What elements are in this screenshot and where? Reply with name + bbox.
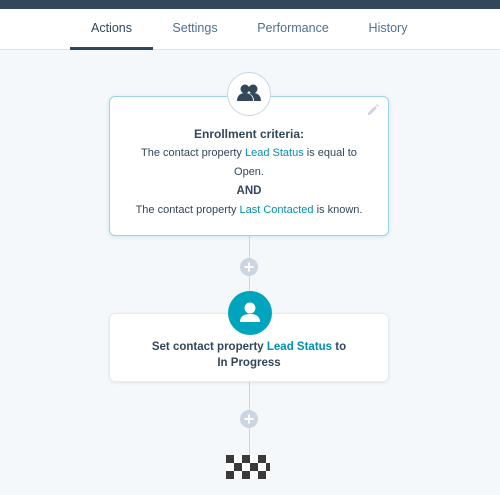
action-description: Set contact property Lead Status to In P… — [150, 339, 348, 371]
criteria-prefix: The contact property — [141, 147, 242, 159]
tab-history[interactable]: History — [360, 9, 416, 50]
criteria-suffix: is equal to — [306, 147, 357, 159]
tab-history-label: History — [368, 21, 408, 35]
property-link-lead-status[interactable]: Lead Status — [245, 147, 304, 159]
contacts-icon — [227, 72, 271, 116]
pencil-icon[interactable] — [366, 103, 380, 117]
criteria-line-1: The contact property Lead Status is equa… — [110, 144, 388, 163]
criteria-value: Open. — [234, 166, 264, 178]
tab-bar: Actions Settings Performance History — [0, 9, 500, 50]
enrollment-trigger-card[interactable]: Enrollment criteria: The contact propert… — [109, 96, 389, 236]
tab-actions-label: Actions — [91, 21, 132, 35]
tab-settings[interactable]: Settings — [165, 9, 225, 50]
action-prefix: Set contact property — [151, 341, 264, 353]
active-tab-indicator — [70, 47, 153, 50]
criteria-prefix: The contact property — [135, 204, 237, 216]
criteria-title: Enrollment criteria: — [193, 127, 305, 141]
criteria-suffix: is known. — [316, 204, 363, 216]
enrollment-criteria: Enrollment criteria: The contact propert… — [110, 125, 388, 220]
tab-actions[interactable]: Actions — [70, 9, 153, 50]
property-link-last-contacted[interactable]: Last Contacted — [240, 204, 314, 216]
contact-icon — [228, 291, 272, 335]
tab-settings-label: Settings — [172, 21, 218, 35]
plus-icon — [244, 262, 254, 272]
criteria-and: AND — [236, 185, 262, 197]
add-action-button[interactable] — [240, 410, 258, 428]
top-bar — [0, 0, 500, 9]
checkered-flag-icon — [226, 455, 270, 479]
tab-performance-label: Performance — [257, 21, 329, 35]
property-link-lead-status[interactable]: Lead Status — [267, 341, 332, 353]
plus-icon — [244, 414, 254, 424]
criteria-line-2: The contact property Last Contacted is k… — [110, 201, 388, 220]
tab-performance[interactable]: Performance — [253, 9, 333, 50]
add-action-button[interactable] — [240, 258, 258, 276]
